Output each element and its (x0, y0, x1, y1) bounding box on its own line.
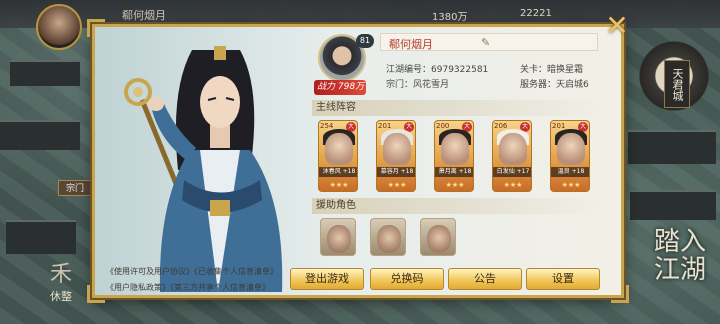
player-server-value: 天启城6 (556, 80, 589, 90)
hero-name: 慕容月 (380, 168, 399, 175)
hero-stars: ★★★ (329, 181, 349, 189)
assist-character[interactable] (320, 218, 356, 256)
face (200, 76, 240, 128)
legal-links-row-1: 《使用许可及用户协议》《已收集个人信息清单》 (106, 266, 278, 277)
hero-name-tag: 慕容月 +18 (377, 167, 415, 177)
hero-name: 温良 (557, 168, 570, 175)
profile-level-badge: 81 (356, 34, 374, 48)
hero-name-tag: 沐春风 +18 (319, 167, 357, 177)
hero-card[interactable]: 201 大 慕容月 +18 ★★★ (376, 120, 416, 192)
assist-header: 援助角色 (312, 198, 602, 214)
link-privacy-policy[interactable]: 《用户隐私政策》 (106, 283, 170, 292)
hero-plus: +18 (458, 168, 472, 175)
player-sect-label: 宗门： (386, 80, 414, 90)
player-sect-value: 风花雪月 (413, 80, 450, 90)
power-value: 798万 (337, 82, 365, 92)
link-collected-info[interactable]: 《已收集个人信息清单》 (194, 267, 278, 276)
announcement-button[interactable]: 公告 (448, 268, 522, 290)
map-building (10, 60, 80, 86)
legal-links-row-2: 《用户隐私政策》《第三方共享个人信息清单》 (106, 282, 270, 293)
hero-stars: ★★★ (387, 181, 407, 189)
rest-button[interactable]: 禾 休整 (42, 262, 80, 310)
player-id: 江湖编号：6979322581 (386, 62, 488, 75)
assist-portrait (377, 225, 401, 253)
hero-card[interactable]: 201 大 温良 +18 ★★★ (550, 120, 590, 192)
player-server-label: 服务器： (520, 80, 557, 90)
logout-button[interactable]: 登出游戏 (290, 268, 364, 290)
hero-name-tag: 温良 +18 (551, 167, 589, 177)
player-id-label: 江湖编号： (386, 65, 432, 75)
lineup-header: 主线阵容 (312, 100, 602, 116)
player-avatar-button[interactable] (36, 4, 82, 50)
hand (148, 97, 164, 111)
staff-orb (133, 87, 143, 97)
hero-plus: +18 (342, 168, 356, 175)
power-label: 战力 (317, 82, 336, 92)
topbar-stat-b: 22221 (520, 8, 552, 19)
hero-card[interactable]: 206 大 白发仙 +17 ★★★ (492, 120, 532, 192)
hero-card[interactable]: 200 大 萧月离 +18 ★★★ (434, 120, 474, 192)
assist-portrait (327, 225, 351, 253)
topbar-player-name: 郗何烟月 (122, 9, 166, 22)
player-server: 服务器：天启城6 (520, 77, 589, 90)
player-id-value: 6979322581 (431, 65, 489, 75)
hero-name: 沐春风 (322, 168, 341, 175)
hero-name: 白发仙 (496, 168, 515, 175)
hero-plus: +18 (400, 168, 414, 175)
city-name-badge: 天君城 (664, 60, 690, 108)
rest-icon: 禾 (49, 262, 72, 287)
hair-crown (214, 46, 226, 60)
map-building (630, 190, 716, 220)
sect-map-label[interactable]: 宗门 (58, 180, 92, 196)
hero-name-tag: 萧月离 +18 (435, 167, 473, 177)
player-stage-value: 暗换星霜 (547, 65, 584, 75)
hero-stars: ★★★ (503, 181, 523, 189)
rest-label: 休整 (50, 290, 72, 303)
player-name: 郗何烟月 (389, 38, 433, 51)
brand-calligraphy: 踏入江湖 (654, 227, 707, 285)
assist-character[interactable] (370, 218, 406, 256)
link-third-party[interactable]: 《第三方共享个人信息清单》 (170, 283, 270, 292)
map-building (628, 130, 716, 164)
hero-portrait (383, 133, 411, 165)
link-user-agreement[interactable]: 《使用许可及用户协议》 (106, 267, 194, 276)
combat-power: 战力 798万 (314, 80, 366, 95)
character-illustration (100, 30, 310, 292)
assist-character[interactable] (420, 218, 456, 256)
hero-plus: +18 (571, 168, 585, 175)
hero-name: 萧月离 (438, 168, 457, 175)
frame-corner (611, 285, 629, 303)
map-building (0, 120, 80, 150)
belt-buckle (210, 200, 230, 216)
hero-stars: ★★★ (561, 181, 581, 189)
assist-portrait (427, 225, 451, 253)
player-sect: 宗门：风花雪月 (386, 77, 449, 90)
hero-portrait (557, 133, 585, 165)
hero-name-tag: 白发仙 +17 (493, 167, 531, 177)
hero-stars: ★★★ (445, 181, 465, 189)
player-stage: 关卡：暗换星霜 (520, 62, 583, 75)
topbar-stat-a: 1380万 (432, 12, 468, 23)
edit-name-icon[interactable]: ✎ (481, 36, 490, 49)
player-name-box: 郗何烟月 ✎ (380, 33, 598, 51)
redeem-code-button[interactable]: 兑换码 (370, 268, 444, 290)
hero-portrait (441, 133, 469, 165)
hero-card[interactable]: 254 大 沐春风 +18 ★★★ (318, 120, 358, 192)
player-stage-label: 关卡： (520, 65, 548, 75)
map-building (6, 220, 76, 254)
settings-button[interactable]: 设置 (526, 268, 600, 290)
close-icon[interactable]: ✕ (602, 12, 632, 42)
hero-plus: +17 (516, 168, 530, 175)
hero-portrait (499, 133, 527, 165)
hero-portrait (325, 133, 353, 165)
